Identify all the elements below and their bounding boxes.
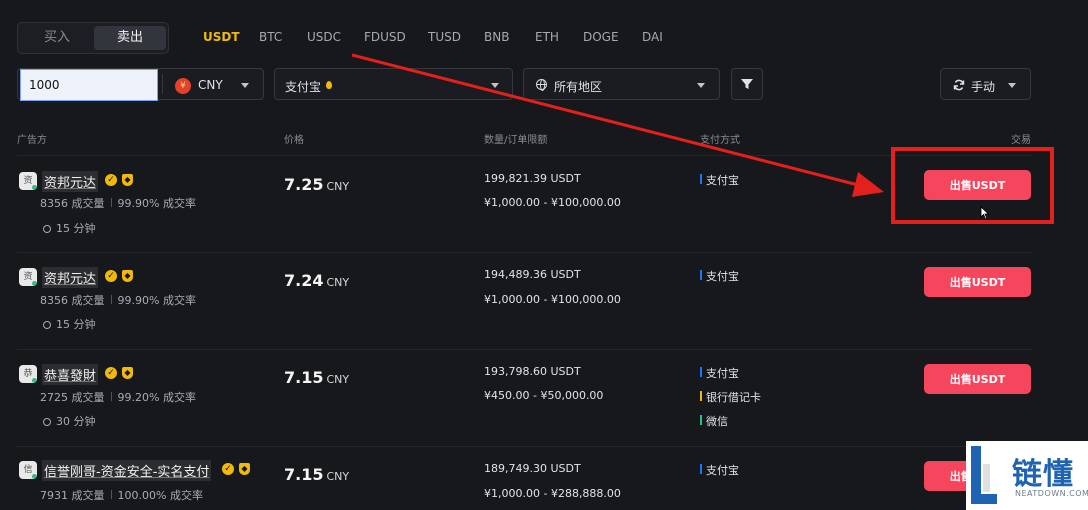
refresh-icon [953, 79, 965, 91]
verified-icon: ✓ [105, 174, 117, 186]
price: 7.15 CNY [284, 368, 350, 387]
coin-tab-usdt[interactable]: USDT [203, 30, 240, 44]
order-limit: ¥1,000.00 - ¥288,888.00 [484, 487, 621, 500]
region-select-label: 所有地区 [554, 80, 603, 94]
annotation-highlight-box [891, 147, 1054, 224]
available-amount: 189,749.30 USDT [484, 462, 581, 475]
globe-icon [536, 79, 547, 91]
coin-tab-fdusd[interactable]: FDUSD [364, 30, 406, 44]
sell-usdt-button[interactable]: 出售USDT [924, 364, 1031, 394]
price: 7.25 CNY [284, 175, 350, 194]
completion-rate: 99.90% 成交率 [117, 294, 196, 307]
payment-method: 支付宝 [700, 365, 739, 381]
avatar: 资 [19, 268, 37, 286]
order-limit: ¥1,000.00 - ¥100,000.00 [484, 196, 621, 209]
order-count: 7931 成交量 [40, 489, 105, 502]
cny-currency-icon: ¥ [175, 78, 191, 94]
watermark-subtitle: NEATDOWN.COM [1015, 489, 1088, 498]
order-limit: ¥450.00 - ¥50,000.00 [484, 389, 604, 402]
advertiser-stats: 2725 成交量 99.20% 成交率 [40, 389, 196, 405]
completion-rate: 99.20% 成交率 [117, 391, 196, 404]
shield-icon: ◆ [122, 174, 133, 186]
verified-icon: ✓ [105, 270, 117, 282]
payment-time: 30 分钟 [43, 413, 96, 429]
advertiser-name[interactable]: 资邦元达 [42, 267, 99, 288]
tab-sell[interactable]: 卖出 [94, 26, 166, 50]
watermark-title: 链懂 [1012, 457, 1074, 492]
table-row: 恭 恭喜發財 ✓ ◆ 2725 成交量 99.20% 成交率 30 分钟 7.15… [0, 350, 1088, 446]
clock-icon [43, 225, 51, 233]
coin-tab-bnb[interactable]: BNB [484, 30, 509, 44]
coin-tab-eth[interactable]: ETH [535, 30, 559, 44]
region-select[interactable] [523, 68, 720, 100]
column-header-advertiser: 广告方 [17, 135, 47, 146]
watermark-logo: 链懂 NEATDOWN.COM [966, 441, 1088, 510]
order-count: 8356 成交量 [40, 294, 105, 307]
column-header-limit: 数量/订单限额 [484, 135, 548, 146]
trade-side-toggle: 买入 卖出 [17, 22, 169, 54]
advertiser-name[interactable]: 信誉刚哥-资金安全-实名支付 [42, 460, 212, 481]
verified-icon: ✓ [222, 463, 234, 475]
chevron-down-icon[interactable] [241, 83, 249, 88]
currency-select[interactable]: CNY [198, 78, 223, 92]
order-count: 8356 成交量 [40, 197, 105, 210]
flame-icon [326, 81, 332, 89]
available-amount: 194,489.36 USDT [484, 268, 581, 281]
advertiser-stats: 8356 成交量 99.90% 成交率 [40, 195, 196, 211]
payment-method: 银行借记卡 [700, 389, 761, 405]
column-header-price: 价格 [284, 135, 304, 146]
verified-icon: ✓ [105, 367, 117, 379]
coin-tab-dai[interactable]: DAI [642, 30, 663, 44]
tab-buy[interactable]: 买入 [21, 26, 93, 50]
shield-icon: ◆ [122, 367, 133, 379]
payment-method: 微信 [700, 413, 728, 429]
divider [162, 74, 163, 94]
refresh-select-label: 手动 [971, 80, 996, 94]
advertiser-name[interactable]: 资邦元达 [42, 171, 99, 192]
clock-icon [43, 321, 51, 329]
payment-method: 支付宝 [700, 268, 739, 284]
order-limit: ¥1,000.00 - ¥100,000.00 [484, 293, 621, 306]
chevron-down-icon[interactable] [697, 83, 705, 88]
chevron-down-icon[interactable] [491, 83, 499, 88]
payment-time: 15 分钟 [43, 220, 96, 236]
table-row: 信 信誉刚哥-资金安全-实名支付 ✓ ◆ 7931 成交量 100.00% 成交率… [0, 447, 1088, 510]
avatar: 恭 [19, 365, 37, 383]
available-amount: 199,821.39 USDT [484, 172, 581, 185]
avatar: 资 [19, 172, 37, 190]
available-amount: 193,798.60 USDT [484, 365, 581, 378]
filter-icon [741, 79, 753, 89]
sell-usdt-button[interactable]: 出售USDT [924, 267, 1031, 297]
completion-rate: 100.00% 成交率 [117, 489, 203, 502]
filter-button[interactable] [731, 68, 763, 100]
coin-tab-doge[interactable]: DOGE [583, 30, 619, 44]
payment-method: 支付宝 [700, 462, 739, 478]
price: 7.15 CNY [284, 465, 350, 484]
clock-icon [43, 418, 51, 426]
coin-tab-tusd[interactable]: TUSD [428, 30, 461, 44]
advertiser-stats: 8356 成交量 99.90% 成交率 [40, 292, 196, 308]
amount-input[interactable] [20, 69, 158, 101]
mouse-cursor-icon [980, 206, 990, 220]
shield-icon: ◆ [122, 270, 133, 282]
payment-time: 15 分钟 [43, 316, 96, 332]
column-header-payment: 支付方式 [700, 135, 740, 146]
table-row: 资 资邦元达 ✓ ◆ 8356 成交量 99.90% 成交率 15 分钟 7.24… [0, 253, 1088, 349]
coin-tab-usdc[interactable]: USDC [307, 30, 341, 44]
payment-select-label: 支付宝 [285, 80, 322, 94]
shield-icon: ◆ [239, 463, 250, 475]
avatar: 信 [19, 461, 37, 479]
coin-tab-btc[interactable]: BTC [259, 30, 282, 44]
advertiser-name[interactable]: 恭喜發財 [42, 364, 99, 385]
order-count: 2725 成交量 [40, 391, 105, 404]
completion-rate: 99.90% 成交率 [117, 197, 196, 210]
payment-method: 支付宝 [700, 172, 739, 188]
chevron-down-icon[interactable] [1008, 83, 1016, 88]
price: 7.24 CNY [284, 271, 350, 290]
column-header-trade: 交易 [1011, 135, 1031, 146]
logo-mark-icon [971, 446, 997, 504]
advertiser-stats: 7931 成交量 100.00% 成交率 [40, 487, 203, 503]
